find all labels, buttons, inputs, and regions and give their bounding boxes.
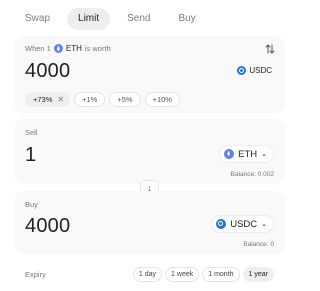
limit-condition: When 1 ETH is worth xyxy=(25,44,111,53)
price-token: USDC xyxy=(237,66,272,75)
usdc-icon xyxy=(237,66,247,75)
sell-amount-input[interactable]: 1 xyxy=(25,144,36,167)
buy-label: Buy xyxy=(25,200,38,209)
chip-selected-label: +73% xyxy=(33,95,53,104)
tab-swap[interactable]: Swap xyxy=(14,8,61,30)
expiry-1-week[interactable]: 1 week xyxy=(165,267,200,282)
expiry-1-month[interactable]: 1 month xyxy=(202,267,240,282)
tab-bar: Swap Limit Send Buy xyxy=(14,8,207,30)
tab-send[interactable]: Send xyxy=(116,8,161,30)
arrows-up-down-icon[interactable] xyxy=(265,43,275,55)
chip-plus-1[interactable]: +1% xyxy=(74,92,106,107)
limit-token-label[interactable]: ETH xyxy=(66,44,82,53)
price-adjust-chips: +73% ✕ +1% +5% +10% xyxy=(25,92,180,107)
price-token-label: USDC xyxy=(249,66,272,75)
chip-plus-10[interactable]: +10% xyxy=(144,92,180,107)
eth-icon xyxy=(53,44,63,53)
buy-token-label: USDC xyxy=(230,218,258,230)
expiry-1-year[interactable]: 1 year xyxy=(242,267,274,282)
chevron-down-icon: ⌄ xyxy=(261,151,267,158)
chip-plus-5[interactable]: +5% xyxy=(109,92,141,107)
limit-price-input[interactable]: 4000 xyxy=(25,60,70,83)
sell-balance: Balance: 0.002 xyxy=(230,171,274,178)
tab-buy[interactable]: Buy xyxy=(168,8,207,30)
is-worth-label: is worth xyxy=(84,44,111,53)
buy-balance: Balance: 0 xyxy=(243,241,274,248)
when-label: When 1 xyxy=(25,44,51,53)
buy-card: Buy 4000 USDC ⌄ Balance: 0 xyxy=(14,191,285,254)
sell-card: Sell 1 ETH ⌄ Balance: 0.002 xyxy=(14,119,285,184)
sell-label: Sell xyxy=(25,128,38,137)
tab-limit[interactable]: Limit xyxy=(67,8,111,30)
chevron-down-icon: ⌄ xyxy=(261,221,267,228)
eth-icon xyxy=(224,149,235,159)
expiry-options: 1 day 1 week 1 month 1 year xyxy=(132,267,274,282)
expiry-label: Expiry xyxy=(25,270,46,279)
close-icon[interactable]: ✕ xyxy=(57,93,64,106)
limit-price-card: When 1 ETH is worth 4000 USDC +73% ✕ +1%… xyxy=(14,36,285,114)
chip-selected[interactable]: +73% ✕ xyxy=(25,92,71,107)
sell-token-label: ETH xyxy=(238,148,258,160)
buy-amount-input[interactable]: 4000 xyxy=(25,215,70,238)
sell-token-selector[interactable]: ETH ⌄ xyxy=(219,145,274,163)
expiry-1-day[interactable]: 1 day xyxy=(132,267,163,282)
buy-token-selector[interactable]: USDC ⌄ xyxy=(211,215,274,233)
usdc-icon xyxy=(216,219,227,229)
